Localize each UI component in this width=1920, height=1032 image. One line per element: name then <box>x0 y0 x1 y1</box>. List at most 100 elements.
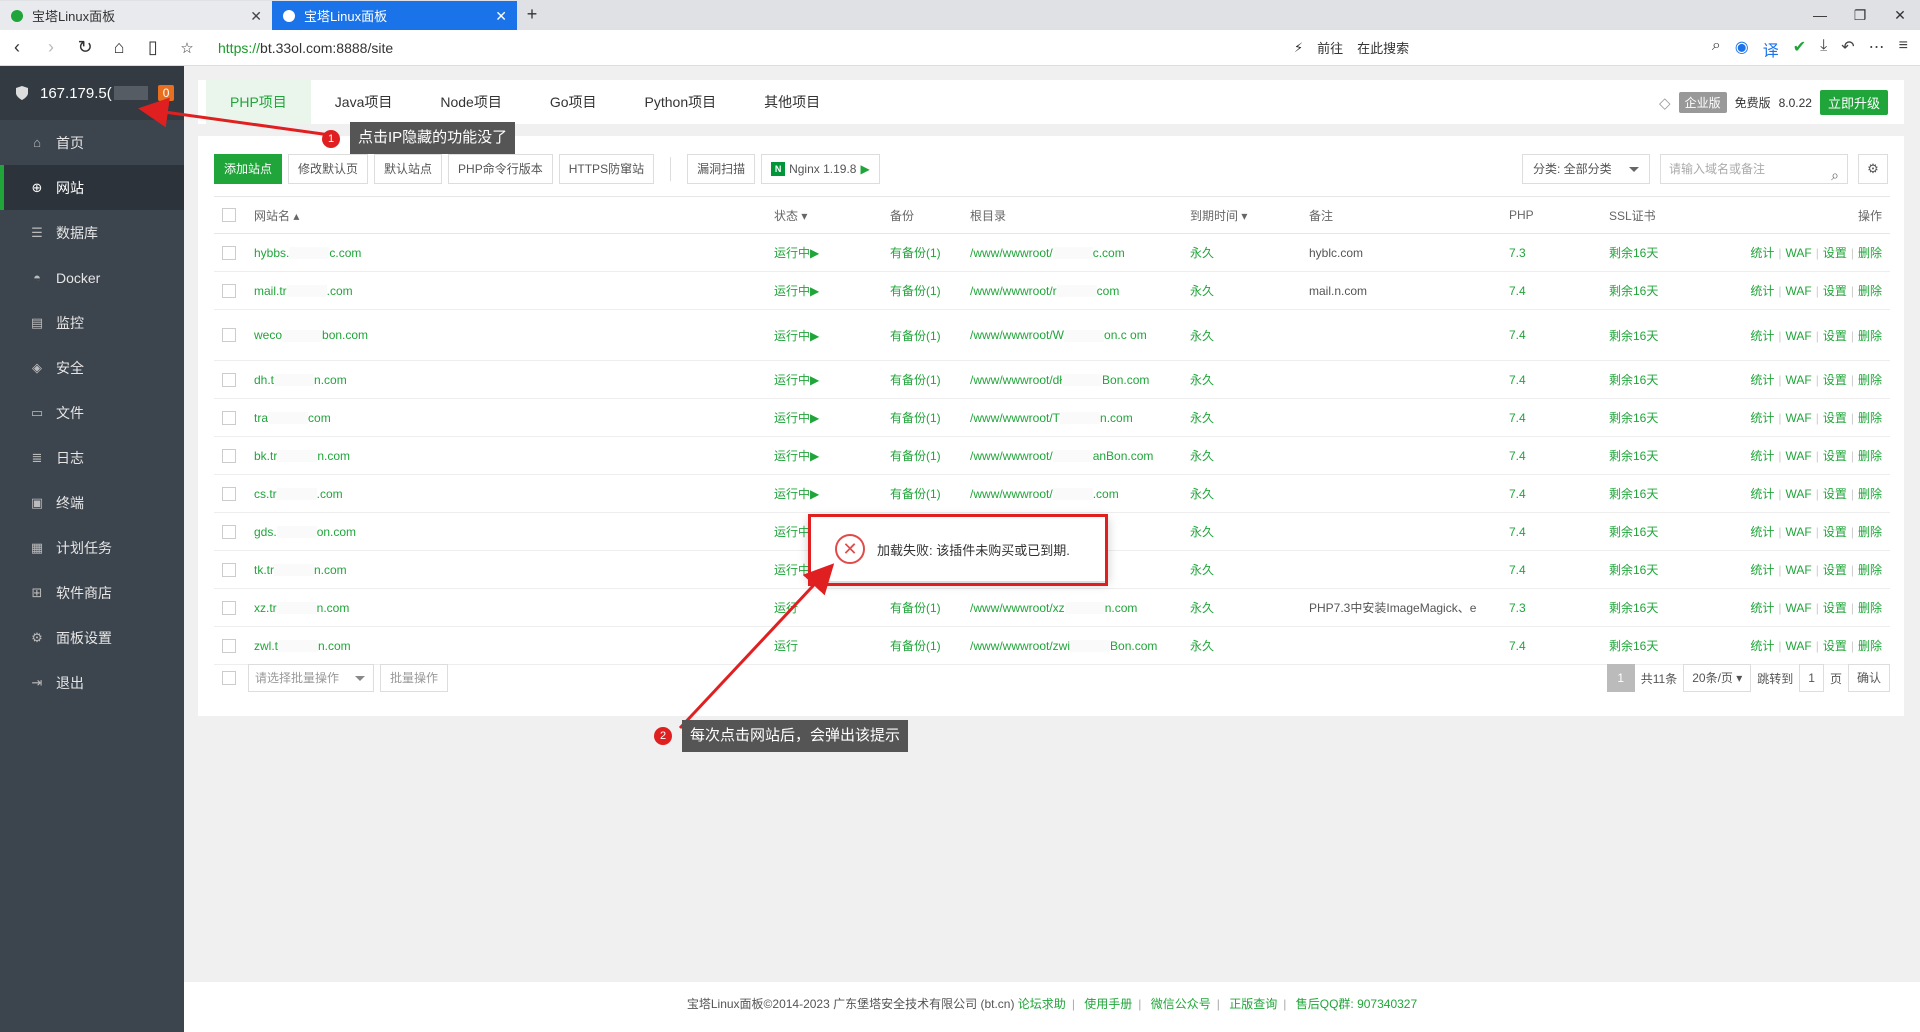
download-icon[interactable]: ⤓ <box>1820 37 1827 61</box>
site-root[interactable]: /www/wwwroot/zwi Bon.com <box>970 626 1190 665</box>
op-link[interactable]: 设置 <box>1823 639 1847 653</box>
bolt-icon[interactable]: ⚡ <box>1294 40 1303 56</box>
site-remark[interactable]: mail.n.com <box>1309 271 1509 310</box>
site-name[interactable]: xz.tr n.com <box>254 588 774 627</box>
site-remark[interactable] <box>1309 436 1509 475</box>
per-page-select[interactable]: 20条/页 ▾ <box>1683 664 1752 692</box>
site-backup[interactable]: 有备份(1) <box>890 360 970 399</box>
sidebar-item-logout[interactable]: ⇥ 退出 <box>0 660 184 705</box>
site-name[interactable]: zwl.t n.com <box>254 626 774 665</box>
site-root[interactable]: /www/wwwroot/ .com <box>970 474 1190 513</box>
site-expire[interactable]: 永久 <box>1190 309 1309 361</box>
site-expire[interactable]: 永久 <box>1190 233 1309 272</box>
op-link[interactable]: 删除 <box>1858 601 1882 615</box>
table-row[interactable]: dh.t n.com 运行中▶ 有备份(1)/www/wwwroot/dł Bon.co… <box>214 360 1890 399</box>
site-name[interactable]: dh.t n.com <box>254 360 774 399</box>
op-link[interactable]: WAF <box>1786 601 1812 615</box>
select-all-checkbox[interactable] <box>222 208 236 223</box>
sidebar-item-logs[interactable]: ≣ 日志 <box>0 435 184 480</box>
site-php[interactable]: 7.4 <box>1509 398 1609 437</box>
site-backup[interactable]: 有备份(1) <box>890 309 970 361</box>
minimize-icon[interactable]: — <box>1800 0 1840 30</box>
site-backup[interactable]: 有备份(1) <box>890 233 970 272</box>
site-root[interactable]: /www/wwwroot/dł Bon.com <box>970 360 1190 399</box>
search-icon[interactable]: ⌕ <box>1831 161 1839 189</box>
op-link[interactable]: 删除 <box>1858 329 1882 343</box>
tab-php[interactable]: PHP项目 <box>206 80 311 124</box>
table-row[interactable]: mail.tr .com 运行中▶ 有备份(1)/www/wwwroot/r com 永久… <box>214 271 1890 310</box>
site-php[interactable]: 7.4 <box>1509 309 1609 361</box>
site-ssl[interactable]: 剩余16天 <box>1609 360 1719 399</box>
search-input[interactable]: 请输入域名或备注 ⌕ <box>1660 154 1848 184</box>
tab-go[interactable]: Go项目 <box>526 80 621 124</box>
site-status[interactable]: 运行 <box>774 626 890 665</box>
table-row[interactable]: hybbs. c.com 运行中▶ 有备份(1)/www/wwwroot/c.com 永… <box>214 233 1890 272</box>
site-root[interactable]: /www/wwwroot/r com <box>970 271 1190 310</box>
site-name[interactable]: weco bon.com <box>254 309 774 361</box>
sidebar-item-settings[interactable]: ⚙ 面板设置 <box>0 615 184 660</box>
window-close-icon[interactable]: ✕ <box>1880 0 1920 30</box>
site-php[interactable]: 7.4 <box>1509 626 1609 665</box>
sidebar-item-docker[interactable]: ◓ Docker <box>0 255 184 300</box>
site-root[interactable]: /www/wwwroot/T n.com <box>970 398 1190 437</box>
row-checkbox[interactable] <box>222 448 236 463</box>
site-ssl[interactable]: 剩余16天 <box>1609 398 1719 437</box>
site-ssl[interactable]: 剩余16天 <box>1609 436 1719 475</box>
sidebar-item-database[interactable]: ☰ 数据库 <box>0 210 184 255</box>
browser-tab-2[interactable]: 宝塔Linux面板 ✕ <box>272 1 517 30</box>
sidebar-item-website[interactable]: ⊕ 网站 <box>0 165 184 210</box>
table-row[interactable]: weco bon.com 运行中▶ 有备份(1)/www/wwwroot/W on.c … <box>214 309 1890 361</box>
extension-green-icon[interactable]: ✔ <box>1793 37 1806 61</box>
site-remark[interactable] <box>1309 474 1509 513</box>
vuln-scan-button[interactable]: 漏洞扫描 <box>687 154 756 184</box>
site-php[interactable]: 7.4 <box>1509 436 1609 475</box>
site-expire[interactable]: 永久 <box>1190 626 1309 665</box>
new-tab-icon[interactable]: + <box>517 1 547 30</box>
menu-icon[interactable]: ≡ <box>1899 37 1908 61</box>
site-backup[interactable]: 有备份(1) <box>890 436 970 475</box>
upgrade-button[interactable]: 立即升级 <box>1819 90 1888 115</box>
op-link[interactable]: 统计 <box>1750 563 1774 577</box>
site-root[interactable]: /www/wwwroot/W on.c om <box>970 309 1190 361</box>
site-php[interactable]: 7.4 <box>1509 512 1609 551</box>
op-link[interactable]: 删除 <box>1858 563 1882 577</box>
site-expire[interactable]: 永久 <box>1190 271 1309 310</box>
star-icon[interactable]: ☆ <box>170 39 204 57</box>
sidebar-item-store[interactable]: ⊞ 软件商店 <box>0 570 184 615</box>
op-link[interactable]: 删除 <box>1858 373 1882 387</box>
op-link[interactable]: WAF <box>1786 373 1812 387</box>
site-remark[interactable] <box>1309 309 1509 361</box>
op-link[interactable]: WAF <box>1786 487 1812 501</box>
op-link[interactable]: 设置 <box>1823 601 1847 615</box>
batch-select[interactable]: 请选择批量操作 <box>248 664 374 692</box>
site-backup[interactable]: 有备份(1) <box>890 588 970 627</box>
site-name[interactable]: tra com <box>254 398 774 437</box>
sidebar-item-files[interactable]: ▭ 文件 <box>0 390 184 435</box>
op-link[interactable]: WAF <box>1786 246 1812 260</box>
op-link[interactable]: 删除 <box>1858 525 1882 539</box>
site-root[interactable]: /www/wwwroot/c.com <box>970 233 1190 272</box>
site-status[interactable]: 运行中▶ <box>774 309 890 361</box>
site-expire[interactable]: 永久 <box>1190 550 1309 589</box>
op-link[interactable]: 设置 <box>1823 487 1847 501</box>
op-link[interactable]: 删除 <box>1858 246 1882 260</box>
url-field[interactable]: https:// bt.33ol.com:8888/site <box>218 40 1278 56</box>
sidebar-item-home[interactable]: ⌂ 首页 <box>0 120 184 165</box>
sidebar-item-security[interactable]: ◈ 安全 <box>0 345 184 390</box>
table-row[interactable]: bk.tr n.com 运行中▶ 有备份(1)/www/wwwroot/anBon.c… <box>214 436 1890 475</box>
site-remark[interactable] <box>1309 550 1509 589</box>
sidebar-item-monitor[interactable]: ▤ 监控 <box>0 300 184 345</box>
tab-java[interactable]: Java项目 <box>311 80 417 124</box>
site-ssl[interactable]: 剩余16天 <box>1609 474 1719 513</box>
op-link[interactable]: 删除 <box>1858 449 1882 463</box>
site-name[interactable]: gds. on.com <box>254 512 774 551</box>
site-remark[interactable]: hyblc.com <box>1309 233 1509 272</box>
go-button[interactable]: 前往 <box>1317 38 1343 57</box>
op-link[interactable]: 统计 <box>1750 639 1774 653</box>
op-link[interactable]: 统计 <box>1750 449 1774 463</box>
site-status[interactable]: 运行中▶ <box>774 398 890 437</box>
row-checkbox[interactable] <box>222 524 236 539</box>
site-php[interactable]: 7.4 <box>1509 474 1609 513</box>
op-link[interactable]: 设置 <box>1823 246 1847 260</box>
https-guard-button[interactable]: HTTPS防窜站 <box>558 154 655 184</box>
